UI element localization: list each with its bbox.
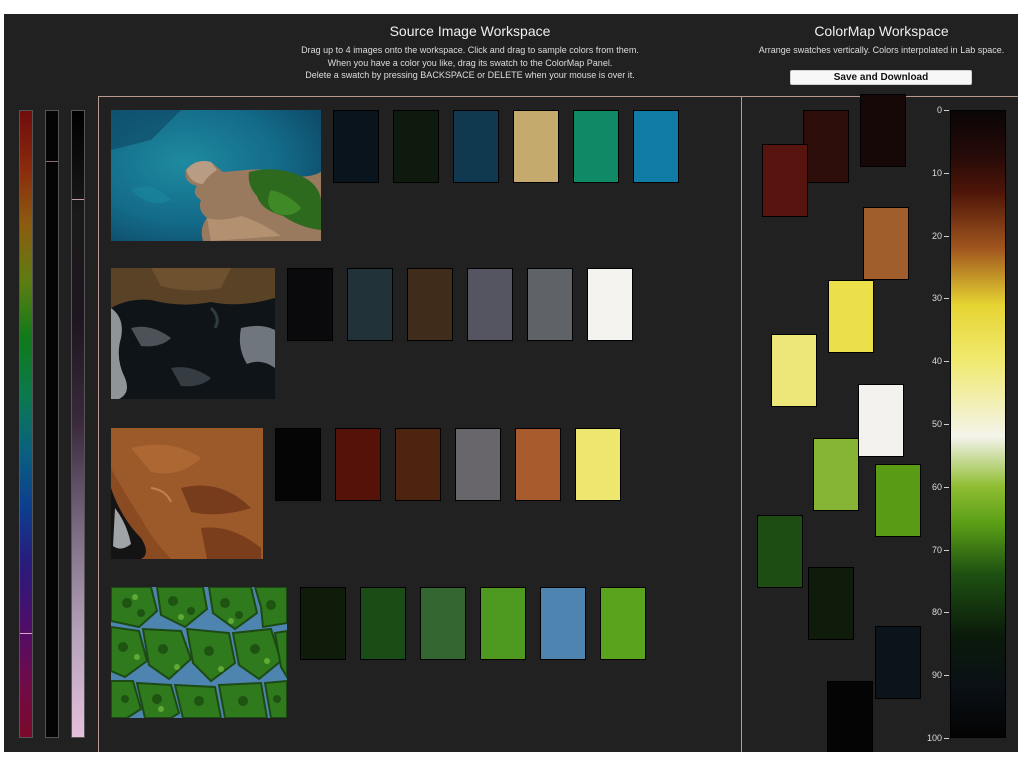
colormap-swatch[interactable] xyxy=(863,207,909,280)
saturation-marker[interactable] xyxy=(46,161,58,162)
instruction-line-2: When you have a color you like, drag its… xyxy=(327,57,613,68)
sampled-swatch[interactable] xyxy=(455,428,501,501)
lightness-marker[interactable] xyxy=(72,199,84,200)
colormap-tick-label: 70 xyxy=(931,544,942,555)
colormap-swatch[interactable] xyxy=(803,110,849,183)
colormap-tick-label: 60 xyxy=(931,481,942,492)
sampled-swatch[interactable] xyxy=(360,587,406,660)
colormap-tick-mark xyxy=(944,110,949,111)
colormap-instructions: Arrange swatches vertically. Colors inte… xyxy=(758,45,1005,55)
colormap-swatch[interactable] xyxy=(858,384,904,457)
sampled-swatch[interactable] xyxy=(335,428,381,501)
sampled-swatch[interactable] xyxy=(527,268,573,341)
source-workspace-title: Source Image Workspace xyxy=(389,23,551,39)
colormap-swatch[interactable] xyxy=(757,515,803,588)
colormap-tick-mark xyxy=(944,424,949,425)
colormap-tick-mark xyxy=(944,235,949,237)
colormap-tick-label: 20 xyxy=(931,230,942,241)
instruction-line-1: Drag up to 4 images onto the workspace. … xyxy=(301,45,639,55)
sampled-swatch[interactable] xyxy=(633,110,679,183)
saturation-bar[interactable] xyxy=(45,110,59,738)
colormap-tick-label: 50 xyxy=(931,419,942,429)
sampled-swatch[interactable] xyxy=(575,428,621,501)
hue-spectrum-bar[interactable] xyxy=(19,110,33,738)
instruction-line-3: Delete a swatch by pressing BACKSPACE or… xyxy=(305,70,635,80)
satellite-desert-thumbnail[interactable] xyxy=(111,428,263,559)
colormap-swatch[interactable] xyxy=(762,144,808,217)
colormap-swatch[interactable] xyxy=(771,334,817,407)
sampled-swatch[interactable] xyxy=(333,110,379,183)
hue-marker[interactable] xyxy=(20,633,32,634)
colormap-swatch[interactable] xyxy=(827,681,873,752)
sampled-swatch[interactable] xyxy=(407,268,453,341)
colormap-tick-mark xyxy=(944,298,949,300)
colormap-swatch[interactable] xyxy=(860,94,906,167)
colormap-left-divider xyxy=(741,96,742,752)
colormap-tick-mark xyxy=(944,486,949,488)
colormap-tick-label: 30 xyxy=(931,293,942,304)
sampled-swatch[interactable] xyxy=(515,428,561,501)
colormap-swatch[interactable] xyxy=(828,280,874,353)
aerial-coastline-thumbnail[interactable] xyxy=(111,110,321,241)
sampled-swatch[interactable] xyxy=(347,268,393,341)
sampled-swatch[interactable] xyxy=(275,428,321,501)
save-and-download-button[interactable]: Save and Download xyxy=(790,70,972,85)
colormap-tick-mark xyxy=(944,549,949,551)
source-instructions: Drag up to 4 images onto the workspace. … xyxy=(204,44,736,82)
colormap-swatch[interactable] xyxy=(875,626,921,699)
sampled-swatch[interactable] xyxy=(480,587,526,660)
colormap-tick-label: 0 xyxy=(936,105,942,115)
colormap-tick-label: 40 xyxy=(931,356,942,367)
leaf-cells-thumbnail[interactable] xyxy=(111,587,287,718)
colormap-tick-mark xyxy=(944,612,949,614)
colormap-workspace-title: ColorMap Workspace xyxy=(814,23,949,39)
colormap-tick-mark xyxy=(944,172,949,174)
colormap-swatch[interactable] xyxy=(808,567,854,640)
colormap-tick-label: 100 xyxy=(926,733,942,743)
sampled-swatch[interactable] xyxy=(587,268,633,341)
sampled-swatch[interactable] xyxy=(573,110,619,183)
colormap-tick-label: 90 xyxy=(931,670,942,681)
satellite-desert-image xyxy=(111,428,263,559)
source-left-divider xyxy=(98,96,99,752)
sampled-swatch[interactable] xyxy=(420,587,466,660)
sampled-swatch[interactable] xyxy=(395,428,441,501)
colormap-tick-mark xyxy=(944,361,949,363)
sampled-swatch[interactable] xyxy=(300,587,346,660)
colormap-tick-mark xyxy=(944,675,949,677)
satellite-clouds-thumbnail[interactable] xyxy=(111,268,275,399)
colormap-swatch[interactable] xyxy=(813,438,859,511)
app-window: Source Image Workspace Drag up to 4 imag… xyxy=(4,14,1018,752)
satellite-clouds-image xyxy=(111,268,275,399)
sampled-swatch[interactable] xyxy=(600,587,646,660)
sampled-swatch[interactable] xyxy=(453,110,499,183)
colormap-tick-label: 10 xyxy=(931,167,942,178)
lightness-bar[interactable] xyxy=(71,110,85,738)
colormap-gradient-preview xyxy=(950,110,1006,738)
aerial-coastline-image xyxy=(111,110,321,241)
sampled-swatch[interactable] xyxy=(513,110,559,183)
leaf-cells-image xyxy=(111,587,287,718)
colormap-tick-mark xyxy=(944,738,949,739)
sampled-swatch[interactable] xyxy=(467,268,513,341)
colormap-tick-label: 80 xyxy=(931,607,942,618)
sampled-swatch[interactable] xyxy=(287,268,333,341)
sampled-swatch[interactable] xyxy=(540,587,586,660)
colormap-swatch[interactable] xyxy=(875,464,921,537)
sampled-swatch[interactable] xyxy=(393,110,439,183)
